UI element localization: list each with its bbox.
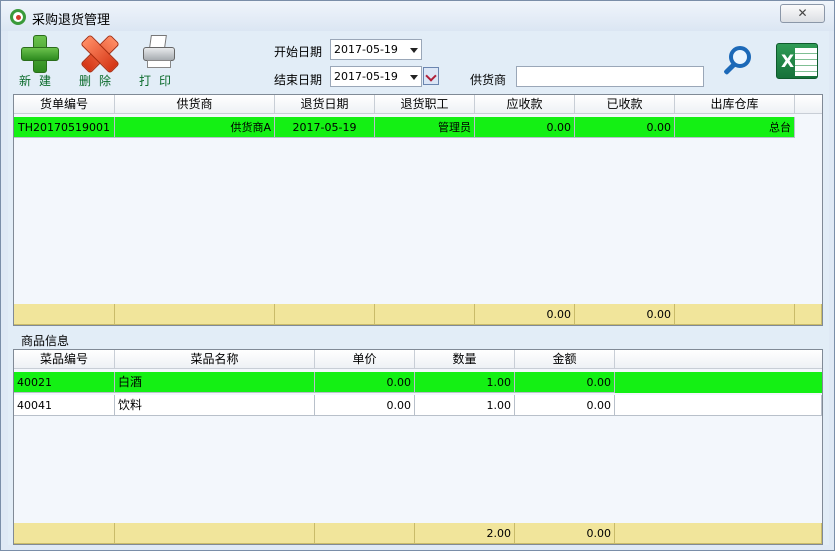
dropdown-arrow-icon — [410, 75, 418, 80]
add-icon — [21, 35, 59, 73]
end-date-picker[interactable]: 2017-05-19 — [330, 66, 422, 87]
app-icon — [10, 9, 26, 25]
start-date-picker[interactable]: 2017-05-19 — [330, 39, 422, 60]
total-cell — [275, 304, 375, 325]
total-cell — [14, 523, 115, 544]
new-button-label: 新建 — [18, 74, 59, 88]
calendar-icon[interactable] — [423, 67, 439, 85]
cell-return-date: 2017-05-19 — [275, 117, 375, 138]
total-cell — [675, 304, 795, 325]
delete-button-label: 删除 — [78, 74, 119, 88]
window-title: 采购退货管理 — [32, 13, 111, 28]
cell-unit-price: 0.00 — [315, 395, 415, 416]
new-button[interactable]: 新建 — [12, 35, 66, 89]
total-cell — [315, 523, 415, 544]
total-cell-end — [795, 304, 822, 325]
col-header-supplier[interactable]: 供货商 — [115, 95, 275, 114]
returns-grid-header: 货单编号 供货商 退货日期 退货职工 应收款 已收款 出库仓库 — [14, 95, 822, 114]
items-grid-header: 菜品编号 菜品名称 单价 数量 金额 — [14, 350, 822, 369]
total-receivable: 0.00 — [475, 304, 575, 325]
cell-filler — [615, 395, 822, 416]
supplier-input[interactable] — [516, 66, 704, 87]
printer-icon — [142, 35, 176, 71]
col-header-amount[interactable]: 金额 — [515, 350, 615, 369]
title-bar: 采购退货管理 ✕ — [1, 1, 834, 31]
start-date-label: 开始日期 — [274, 45, 323, 59]
table-row[interactable]: TH20170519001 供货商A 2017-05-19 管理员 0.00 0… — [14, 117, 795, 138]
total-cell — [115, 523, 315, 544]
col-header-quantity[interactable]: 数量 — [415, 350, 515, 369]
items-section-title: 商品信息 — [21, 334, 70, 348]
end-date-value: 2017-05-19 — [334, 70, 398, 83]
total-cell — [375, 304, 475, 325]
items-grid: 菜品编号 菜品名称 单价 数量 金额 40021 白酒 0.00 1.00 0.… — [13, 349, 823, 545]
end-date-label: 结束日期 — [274, 73, 323, 87]
cell-warehouse: 总台 — [675, 117, 795, 138]
table-row[interactable]: 40041 饮料 0.00 1.00 0.00 — [14, 395, 822, 416]
returns-totals-row: 0.00 0.00 — [14, 304, 822, 325]
cell-supplier: 供货商A — [115, 117, 275, 138]
cell-staff: 管理员 — [375, 117, 475, 138]
col-header-staff[interactable]: 退货职工 — [375, 95, 475, 114]
total-cell — [115, 304, 275, 325]
search-icon[interactable] — [721, 44, 755, 78]
table-row[interactable]: 40021 白酒 0.00 1.00 0.00 — [14, 372, 822, 393]
excel-icon[interactable]: X — [776, 43, 818, 79]
col-header-warehouse[interactable]: 出库仓库 — [675, 95, 795, 114]
total-cell — [14, 304, 115, 325]
client-area: 新建 删除 打印 开始日期 2017-05-19 结束日期 2017-05-19… — [8, 31, 829, 545]
start-date-value: 2017-05-19 — [334, 43, 398, 56]
col-header-unit-price[interactable]: 单价 — [315, 350, 415, 369]
items-totals-row: 2.00 0.00 — [14, 523, 822, 544]
print-button-label: 打印 — [138, 74, 179, 88]
cell-item-code: 40041 — [14, 395, 115, 416]
returns-grid: 货单编号 供货商 退货日期 退货职工 应收款 已收款 出库仓库 TH201705… — [13, 94, 823, 326]
cell-item-code: 40021 — [14, 372, 115, 393]
print-button[interactable]: 打印 — [132, 35, 186, 89]
cell-order-no: TH20170519001 — [14, 117, 115, 138]
total-received: 0.00 — [575, 304, 675, 325]
col-header-item-code[interactable]: 菜品编号 — [14, 350, 115, 369]
cell-receivable: 0.00 — [475, 117, 575, 138]
supplier-label: 供货商 — [470, 73, 507, 87]
cell-received: 0.00 — [575, 117, 675, 138]
col-header-order-no[interactable]: 货单编号 — [14, 95, 115, 114]
cell-quantity: 1.00 — [415, 395, 515, 416]
col-header-received[interactable]: 已收款 — [575, 95, 675, 114]
col-header-item-name[interactable]: 菜品名称 — [115, 350, 315, 369]
col-header-return-date[interactable]: 退货日期 — [275, 95, 375, 114]
cell-unit-price: 0.00 — [315, 372, 415, 393]
cell-amount: 0.00 — [515, 395, 615, 416]
delete-icon — [81, 35, 117, 71]
total-cell-end — [615, 523, 822, 544]
cell-item-name: 白酒 — [115, 372, 315, 393]
total-quantity: 2.00 — [415, 523, 515, 544]
cell-quantity: 1.00 — [415, 372, 515, 393]
col-header-receivable[interactable]: 应收款 — [475, 95, 575, 114]
dropdown-arrow-icon — [410, 48, 418, 53]
total-amount: 0.00 — [515, 523, 615, 544]
window: 采购退货管理 ✕ 新建 删除 打印 开始日期 2017-05-19 结束日期 2… — [0, 0, 835, 551]
delete-button[interactable]: 删除 — [72, 35, 126, 89]
cell-amount: 0.00 — [515, 372, 615, 393]
cell-item-name: 饮料 — [115, 395, 315, 416]
close-button[interactable]: ✕ — [780, 4, 825, 23]
